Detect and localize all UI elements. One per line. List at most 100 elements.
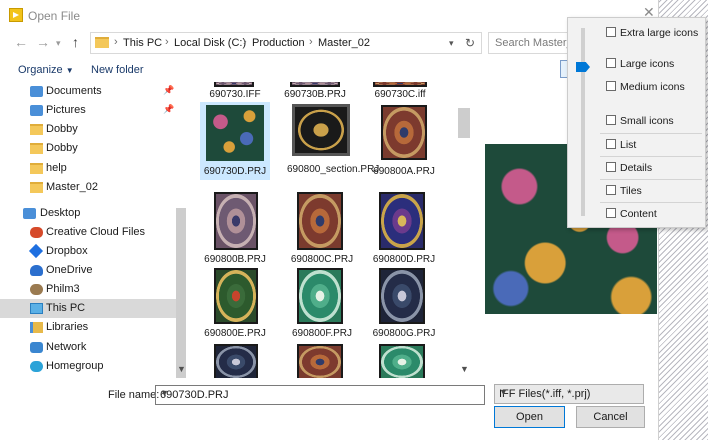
chevron-right-icon[interactable]: › xyxy=(165,36,169,48)
nav-item-pictures[interactable]: Pictures 📌 xyxy=(0,101,176,120)
nav-item-creative-cloud[interactable]: Creative Cloud Files xyxy=(0,223,176,242)
nav-label: Dobby xyxy=(46,142,78,154)
breadcrumb-local-disk[interactable]: Local Disk (C:) xyxy=(174,37,246,49)
nav-label: Master_02 xyxy=(46,181,98,193)
file-name-input[interactable]: 690730D.PRJ ▼ xyxy=(155,385,485,405)
file-type-select[interactable]: IFF Files(*.iff, *.prj) ▼ xyxy=(494,384,644,404)
pin-icon[interactable]: 📌 xyxy=(163,104,174,115)
nav-scrollbar-thumb[interactable] xyxy=(176,208,186,378)
scroll-down-arrow-icon[interactable]: ▼ xyxy=(177,364,186,374)
chevron-right-icon[interactable]: › xyxy=(309,36,313,48)
organize-label: Organize xyxy=(18,64,63,76)
file-label: 690730.IFF xyxy=(209,89,261,100)
file-label: 690800G.PRJ xyxy=(372,328,436,339)
back-arrow-icon[interactable]: ← xyxy=(14,34,28,50)
chevron-down-icon: ▼ xyxy=(65,66,74,75)
breadcrumb-this-pc[interactable]: This PC xyxy=(123,37,162,49)
file-list-scrollbar-thumb[interactable] xyxy=(458,108,470,138)
menu-item-content[interactable]: Content xyxy=(606,205,704,223)
menu-item-label: Details xyxy=(620,162,653,174)
floral-thumbnail xyxy=(206,105,264,161)
open-button[interactable]: Open xyxy=(494,406,565,428)
menu-item-list[interactable]: List xyxy=(606,136,704,154)
address-dropdown-icon[interactable]: ▾ xyxy=(449,38,454,49)
menu-item-large-icons[interactable]: Large icons xyxy=(606,55,704,73)
rug-thumbnail[interactable] xyxy=(214,344,258,378)
rug-thumbnail[interactable] xyxy=(379,344,425,378)
nav-item-dropbox[interactable]: Dropbox xyxy=(0,242,176,261)
app-icon xyxy=(9,8,23,22)
nav-label: Libraries xyxy=(46,321,89,333)
chevron-right-icon[interactable]: › xyxy=(243,36,247,48)
rug-thumbnail xyxy=(292,104,350,156)
menu-item-label: Extra large icons xyxy=(620,27,699,39)
rug-thumbnail[interactable] xyxy=(297,344,343,378)
homegroup-icon xyxy=(30,361,43,372)
recent-locations-icon[interactable]: ▾ xyxy=(56,38,61,49)
refresh-icon[interactable]: ↻ xyxy=(465,36,475,50)
nav-item-network[interactable]: Network xyxy=(0,338,176,357)
nav-item-help[interactable]: help xyxy=(0,159,176,178)
rug-thumbnail xyxy=(379,268,425,324)
search-input[interactable]: Search Master_02 xyxy=(488,32,578,54)
address-bar[interactable]: › This PC › Local Disk (C:) › Production… xyxy=(90,32,482,54)
nav-label: Creative Cloud Files xyxy=(46,226,146,238)
menu-item-label: Content xyxy=(620,208,657,220)
nav-item-dobby[interactable]: Dobby xyxy=(0,139,176,158)
scroll-down-arrow-icon[interactable]: ▼ xyxy=(460,364,469,374)
menu-item-small-icons[interactable]: Small icons xyxy=(606,112,704,130)
chevron-down-icon[interactable]: ▼ xyxy=(160,388,480,398)
rug-thumbnail xyxy=(214,192,258,250)
nav-item-libraries[interactable]: Libraries xyxy=(0,318,176,337)
folder-icon xyxy=(95,37,109,48)
menu-item-label: Tiles xyxy=(620,185,642,197)
forward-arrow-icon[interactable]: → xyxy=(36,34,50,50)
nav-item-documents[interactable]: Documents 📌 xyxy=(0,82,176,101)
menu-item-label: Small icons xyxy=(620,115,674,127)
breadcrumb-production[interactable]: Production xyxy=(252,37,305,49)
file-label: 690800F.PRJ xyxy=(291,328,353,339)
large-icons-icon xyxy=(606,58,616,68)
chevron-right-icon[interactable]: › xyxy=(114,36,118,48)
nav-label: Desktop xyxy=(40,207,81,219)
nav-item-this-pc[interactable]: This PC xyxy=(0,299,176,318)
menu-item-tiles[interactable]: Tiles xyxy=(606,182,704,200)
small-icons-icon xyxy=(606,115,616,125)
folder-icon xyxy=(30,163,43,174)
view-size-slider-track[interactable] xyxy=(581,28,585,216)
nav-label: Documents xyxy=(46,85,102,97)
nav-label: help xyxy=(46,162,67,174)
menu-divider xyxy=(600,179,702,180)
pin-icon[interactable]: 📌 xyxy=(163,85,174,96)
menu-item-medium-icons[interactable]: Medium icons xyxy=(606,78,704,96)
rug-thumbnail xyxy=(214,268,258,324)
rug-thumbnail xyxy=(297,192,343,250)
view-menu: Extra large icons Large icons Medium ico… xyxy=(567,17,706,228)
file-label: 690800C.PRJ xyxy=(290,254,354,265)
search-placeholder: Search Master_02 xyxy=(495,37,578,49)
nav-item-homegroup[interactable]: Homegroup xyxy=(0,357,176,376)
menu-item-label: Medium icons xyxy=(620,81,685,93)
nav-item-philm3[interactable]: Philm3 xyxy=(0,280,176,299)
nav-label: Philm3 xyxy=(46,283,80,295)
extra-large-icons-icon xyxy=(606,27,616,37)
nav-item-master-02[interactable]: Master_02 xyxy=(0,178,176,197)
breadcrumb-master-02[interactable]: Master_02 xyxy=(318,37,370,49)
up-arrow-icon[interactable]: ↑ xyxy=(72,34,79,50)
window-title: Open File xyxy=(28,9,81,23)
nav-label: Pictures xyxy=(46,104,86,116)
nav-item-dobby[interactable]: Dobby xyxy=(0,120,176,139)
nav-item-onedrive[interactable]: OneDrive xyxy=(0,261,176,280)
cancel-button[interactable]: Cancel xyxy=(576,406,645,428)
nav-item-desktop[interactable]: Desktop xyxy=(0,204,176,223)
navigation-bar: ← → ▾ ↑ › This PC › Local Disk (C:) › Pr… xyxy=(0,30,659,56)
network-icon xyxy=(30,342,43,353)
rug-thumbnail xyxy=(381,105,427,160)
rug-thumbnail xyxy=(290,82,340,87)
menu-item-details[interactable]: Details xyxy=(606,159,704,177)
new-folder-button[interactable]: New folder xyxy=(91,64,144,76)
view-size-slider-thumb[interactable] xyxy=(576,62,590,72)
menu-item-extra-large-icons[interactable]: Extra large icons xyxy=(606,24,704,42)
organize-button[interactable]: Organize ▼ xyxy=(18,64,74,76)
user-icon xyxy=(30,284,43,295)
